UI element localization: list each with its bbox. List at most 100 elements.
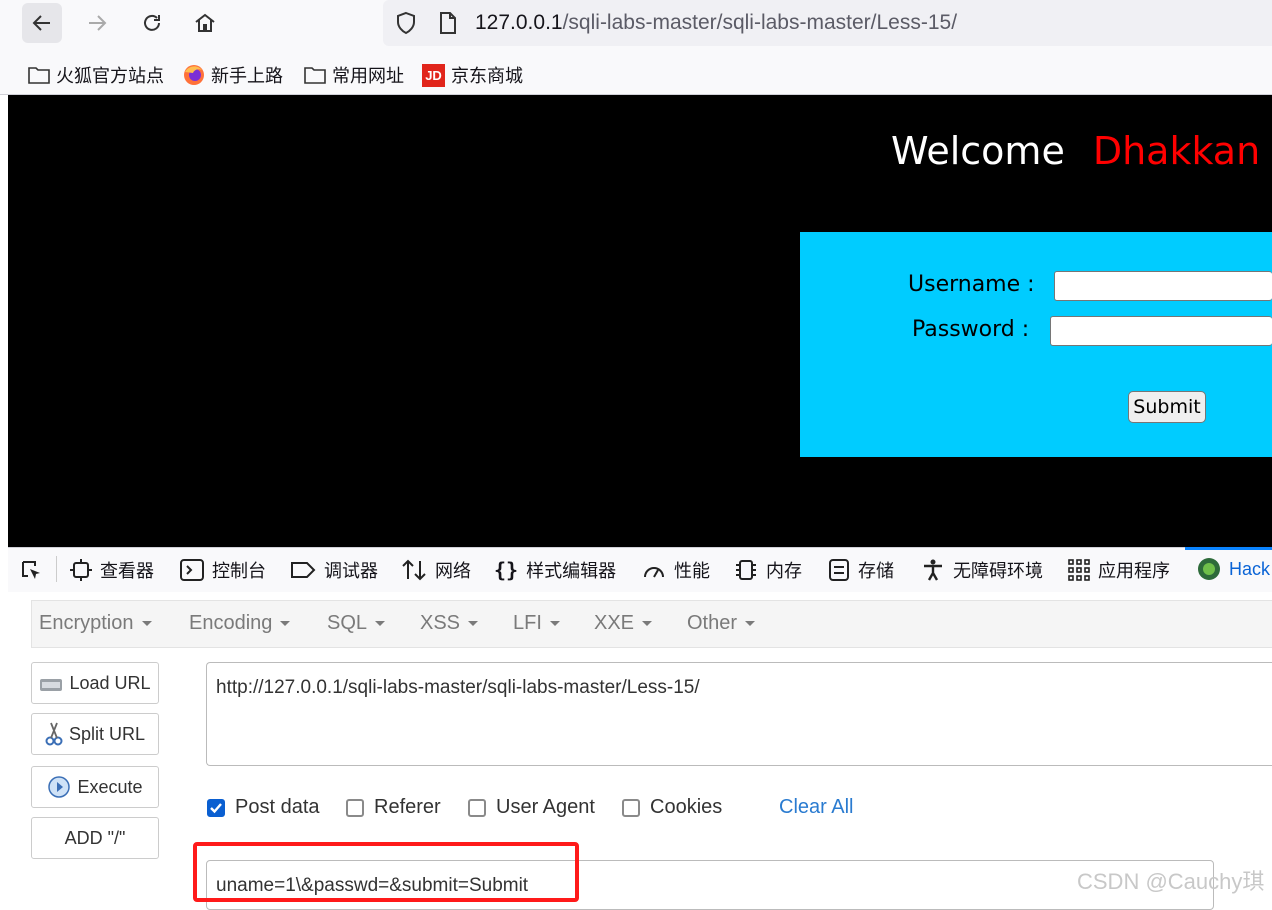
tab-label: 样式编辑器 [526,561,617,581]
url-host: 127.0.0.1 [475,11,563,34]
tab-memory[interactable]: 内存 [734,557,802,583]
jd-icon: JD [422,63,445,87]
tab-inspector[interactable]: 查看器 [70,557,154,583]
scissors-icon [45,722,63,746]
accessibility-icon [924,559,942,581]
welcome-heading: Welcome Dhakkan [891,129,1260,173]
add-slash-button[interactable]: ADD "/" [31,817,159,859]
menu-xss[interactable]: XSS [420,612,479,635]
split-url-button[interactable]: Split URL [31,713,159,755]
menu-lfi[interactable]: LFI [513,612,560,635]
element-picker-icon[interactable] [20,559,44,583]
memory-chip-icon [736,560,756,580]
menu-encryption[interactable]: Encryption [39,612,152,635]
tab-network[interactable]: 网络 [401,557,471,583]
back-arrow-icon [32,15,50,31]
execute-button[interactable]: Execute [31,766,159,808]
menu-xxe[interactable]: XXE [594,612,653,635]
forward-arrow-icon [89,15,107,31]
bookmark-firefox-official[interactable]: 火狐官方站点 [28,62,164,88]
bookmark-common-sites[interactable]: 常用网址 [304,62,404,88]
tab-label: 查看器 [100,561,154,581]
forward-button[interactable] [77,3,117,43]
reload-button[interactable] [132,3,172,43]
bookmark-jd[interactable]: JD 京东商城 [422,62,523,88]
gauge-icon [644,567,664,578]
tab-hackbar[interactable]: Hack [1197,557,1270,581]
tab-label: Hack [1229,558,1271,579]
checkbox-unchecked[interactable] [468,798,486,817]
hackbar-logo-icon [1198,558,1220,580]
tab-storage[interactable]: 存储 [828,557,894,583]
caret-down-icon [642,621,653,627]
reload-icon [144,14,160,31]
bookmarks-bar: 火狐官方站点 新手上路 常用网址 JD 京东商城 [0,48,1272,95]
tab-console[interactable]: 控制台 [180,557,266,583]
web-page: Welcome Dhakkan Username : Password : Sub… [8,95,1272,547]
password-input[interactable] [1050,316,1272,346]
tab-label: 网络 [435,561,471,581]
bookmark-label: 火狐官方站点 [56,66,164,86]
submit-button[interactable]: Submit [1128,391,1206,423]
tab-style-editor[interactable]: {} 样式编辑器 [494,557,616,583]
welcome-text: Welcome [891,129,1065,173]
checkbox-label: Post data [235,796,320,818]
address-bar[interactable]: 127.0.0.1/sqli-labs-master/sqli-labs-mas… [383,0,1272,46]
bookmark-label: 常用网址 [332,66,404,86]
url-path: /sqli-labs-master/sqli-labs-master/Less-… [562,11,958,34]
menu-label: LFI [513,612,542,634]
button-label: Split URL [68,723,146,744]
bookmark-label: 新手上路 [211,66,283,86]
tab-divider [56,556,57,582]
tab-performance[interactable]: 性能 [642,557,710,583]
tab-debugger[interactable]: 调试器 [290,557,378,583]
play-icon [48,776,71,798]
grid-icon [1068,559,1090,581]
drive-icon [40,679,63,691]
browser-toolbar: 127.0.0.1/sqli-labs-master/sqli-labs-mas… [0,0,1272,48]
menu-other[interactable]: Other [687,612,756,635]
cookies-checkbox[interactable]: Cookies [622,796,722,819]
active-tab-indicator [1185,547,1272,550]
braces-icon: {} [494,558,519,582]
highlight-annotation-box [193,842,579,902]
url-value: http://127.0.0.1/sqli-labs-master/sqli-l… [216,677,700,698]
url-textarea[interactable]: http://127.0.0.1/sqli-labs-master/sqli-l… [206,662,1272,766]
password-label: Password : [912,317,1030,342]
caret-down-icon [549,621,560,627]
caret-down-icon [141,621,152,627]
menu-label: XSS [420,612,461,634]
button-label: ADD "/" [64,827,126,848]
login-form: Username : Password : Submit [800,232,1272,457]
menu-sql[interactable]: SQL [327,612,386,635]
referer-checkbox[interactable]: Referer [346,796,441,819]
tab-label: 调试器 [324,561,378,581]
tab-label: 存储 [858,561,894,581]
post-data-checkbox[interactable]: Post data [207,796,320,819]
tab-accessibility[interactable]: 无障碍环境 [921,557,1043,583]
back-button[interactable] [22,3,62,43]
checkbox-label: Cookies [650,796,723,818]
clear-all-link[interactable]: Clear All [779,796,853,819]
tab-label: 性能 [674,561,710,581]
menu-encoding[interactable]: Encoding [189,612,291,635]
tab-application[interactable]: 应用程序 [1068,557,1170,583]
shield-icon [397,11,415,35]
tab-label: 控制台 [212,561,266,581]
home-button[interactable] [185,3,225,43]
caret-down-icon [375,621,386,627]
checkbox-checked[interactable] [207,798,225,817]
devtools-tabbar: 查看器 控制台 调试器 网络 {} 样式编辑器 性能 内存 存储 无障碍环境 应用… [8,547,1272,593]
button-label: Load URL [69,672,151,693]
checkbox-unchecked[interactable] [346,798,364,817]
username-input[interactable] [1054,271,1272,301]
username-label: Username : [908,272,1035,297]
home-icon [195,13,215,32]
tab-label: 无障碍环境 [953,561,1043,581]
bookmark-getting-started[interactable]: 新手上路 [183,62,283,88]
bookmark-label: 京东商城 [451,66,523,86]
user-agent-checkbox[interactable]: User Agent [468,796,595,819]
load-url-button[interactable]: Load URL [31,662,159,704]
console-icon [180,559,204,581]
checkbox-unchecked[interactable] [622,798,640,817]
